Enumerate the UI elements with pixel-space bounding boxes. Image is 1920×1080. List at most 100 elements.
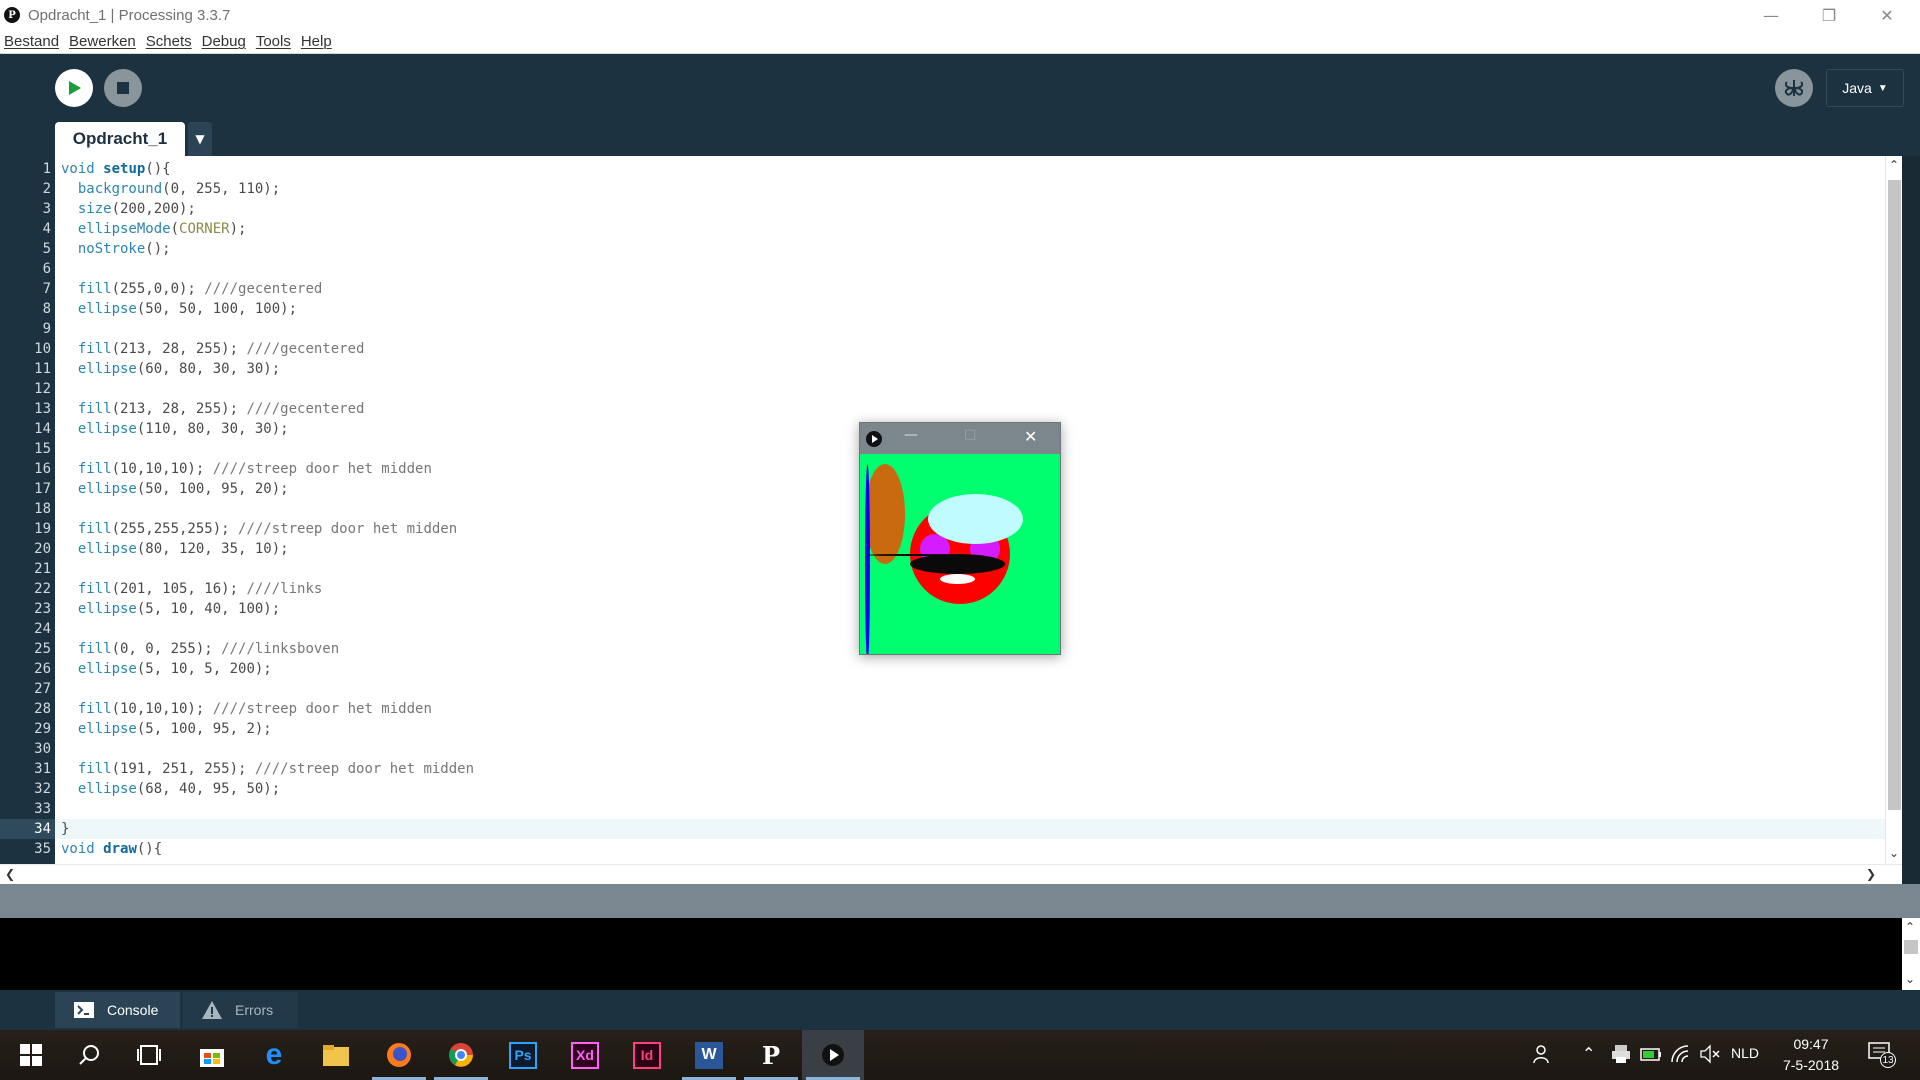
line-number: 16 xyxy=(34,461,51,477)
processing-icon[interactable]: P xyxy=(740,1030,802,1080)
menu-bewerken[interactable]: Bewerken xyxy=(69,33,136,50)
line-number: 30 xyxy=(34,741,51,757)
console-scrollbar[interactable]: ⌃ ⌄ xyxy=(1902,918,1920,990)
code-line[interactable] xyxy=(61,259,474,279)
processing-sketch-icon[interactable] xyxy=(802,1030,864,1080)
code-line[interactable] xyxy=(61,379,474,399)
windows-start-icon[interactable] xyxy=(0,1030,62,1080)
code-line[interactable] xyxy=(61,499,474,519)
close-button[interactable]: ✕ xyxy=(1858,0,1916,30)
line-number: 8 xyxy=(42,301,51,317)
language-indicator[interactable]: NLD xyxy=(1731,1045,1759,1061)
volume-muted-icon[interactable] xyxy=(1699,1044,1721,1068)
battery-icon[interactable] xyxy=(1640,1044,1662,1068)
code-line[interactable] xyxy=(61,679,474,699)
store-icon[interactable] xyxy=(181,1030,243,1080)
menu-help[interactable]: Help xyxy=(301,33,332,50)
code-line[interactable]: } xyxy=(61,819,474,839)
code-line[interactable]: void draw(){ xyxy=(61,839,474,859)
debugger-button[interactable] xyxy=(1775,69,1813,107)
menu-schets[interactable]: Schets xyxy=(146,33,192,50)
photoshop-icon[interactable]: Ps xyxy=(492,1030,554,1080)
chevron-up-icon[interactable]: ⌃ xyxy=(1582,1044,1595,1063)
menu-tools[interactable]: Tools xyxy=(256,33,291,50)
console-output[interactable] xyxy=(0,918,1902,990)
code-line[interactable]: ellipse(5, 10, 40, 100); xyxy=(61,599,474,619)
menu-bestand[interactable]: Bestand xyxy=(4,33,59,50)
code-line[interactable]: ellipse(68, 40, 95, 50); xyxy=(61,779,474,799)
clock[interactable]: 09:47 7-5-2018 xyxy=(1768,1034,1854,1076)
scrollbar-thumb[interactable] xyxy=(1888,180,1901,810)
run-button[interactable] xyxy=(55,69,93,107)
code-line[interactable]: ellipse(80, 120, 35, 10); xyxy=(61,539,474,559)
code-line[interactable]: fill(201, 105, 16); ////links xyxy=(61,579,474,599)
word-icon[interactable]: W xyxy=(678,1030,740,1080)
code-line[interactable] xyxy=(61,619,474,639)
code-line[interactable]: fill(10,10,10); ////streep door het midd… xyxy=(61,699,474,719)
sketch-canvas[interactable] xyxy=(860,454,1060,654)
line-number: 25 xyxy=(34,641,51,657)
maximize-icon[interactable]: □ xyxy=(964,427,976,442)
edge-icon[interactable]: e xyxy=(243,1030,305,1080)
line-number: 14 xyxy=(34,421,51,437)
code-line[interactable]: ellipse(60, 80, 30, 30); xyxy=(61,359,474,379)
notifications-icon[interactable]: 13 xyxy=(1868,1042,1896,1068)
minimize-icon[interactable]: — xyxy=(904,427,918,443)
sketch-window[interactable]: — □ ✕ xyxy=(859,422,1061,655)
code-line[interactable]: fill(10,10,10); ////streep door het midd… xyxy=(61,459,474,479)
close-icon[interactable]: ✕ xyxy=(1024,427,1037,446)
search-icon[interactable] xyxy=(58,1030,120,1080)
stop-button[interactable] xyxy=(104,69,142,107)
code-line[interactable]: fill(255,255,255); ////streep door het m… xyxy=(61,519,474,539)
code-line[interactable]: ellipseMode(CORNER); xyxy=(61,219,474,239)
code-line[interactable]: void setup(){ xyxy=(61,159,474,179)
scrollbar-thumb[interactable] xyxy=(1904,940,1918,954)
code-line[interactable]: ellipse(5, 100, 95, 2); xyxy=(61,719,474,739)
code-line[interactable] xyxy=(61,799,474,819)
code-line[interactable]: fill(191, 251, 255); ////streep door het… xyxy=(61,759,474,779)
menu-debug[interactable]: Debug xyxy=(202,33,246,50)
scroll-up-icon[interactable]: ⌃ xyxy=(1905,920,1915,934)
scroll-up-icon[interactable]: ⌃ xyxy=(1889,158,1899,172)
code-line[interactable]: ellipse(110, 80, 30, 30); xyxy=(61,419,474,439)
code-text[interactable]: void setup(){ background(0, 255, 110); s… xyxy=(61,159,474,859)
chrome-icon[interactable] xyxy=(430,1030,492,1080)
code-line[interactable]: ellipse(5, 10, 5, 200); xyxy=(61,659,474,679)
horizontal-scrollbar[interactable]: ❮ ❯ xyxy=(0,864,1902,884)
tab-opdracht-1[interactable]: Opdracht_1 xyxy=(55,122,185,156)
window-titlebar: P Opdracht_1 | Processing 3.3.7 — ❐ ✕ xyxy=(0,0,1920,30)
code-line[interactable]: noStroke(); xyxy=(61,239,474,259)
tab-errors[interactable]: Errors xyxy=(183,992,298,1028)
sketch-titlebar[interactable]: — □ ✕ xyxy=(860,423,1060,454)
code-line[interactable]: fill(0, 0, 255); ////linksboven xyxy=(61,639,474,659)
code-line[interactable]: ellipse(50, 50, 100, 100); xyxy=(61,299,474,319)
printer-icon[interactable] xyxy=(1611,1044,1631,1068)
code-line[interactable] xyxy=(61,319,474,339)
code-line[interactable]: background(0, 255, 110); xyxy=(61,179,474,199)
wifi-icon[interactable] xyxy=(1670,1044,1690,1068)
indesign-icon[interactable]: Id xyxy=(616,1030,678,1080)
tab-console[interactable]: Console xyxy=(55,992,180,1028)
mode-selector[interactable]: Java ▼ xyxy=(1826,69,1904,107)
firefox-icon[interactable] xyxy=(368,1030,430,1080)
minimize-button[interactable]: — xyxy=(1742,0,1800,30)
scroll-left-icon[interactable]: ❮ xyxy=(5,867,15,881)
code-line[interactable]: ellipse(50, 100, 95, 20); xyxy=(61,479,474,499)
scroll-right-icon[interactable]: ❯ xyxy=(1866,867,1876,881)
people-icon[interactable] xyxy=(1533,1044,1553,1068)
code-line[interactable]: fill(213, 28, 255); ////gecentered xyxy=(61,339,474,359)
code-line[interactable] xyxy=(61,559,474,579)
code-line[interactable] xyxy=(61,439,474,459)
code-line[interactable]: size(200,200); xyxy=(61,199,474,219)
scroll-down-icon[interactable]: ⌄ xyxy=(1905,972,1915,986)
vertical-scrollbar[interactable]: ⌃ ⌄ xyxy=(1885,156,1902,864)
code-line[interactable]: fill(255,0,0); ////gecentered xyxy=(61,279,474,299)
tab-menu-button[interactable]: ▼ xyxy=(188,122,212,156)
file-explorer-icon[interactable] xyxy=(305,1030,367,1080)
code-line[interactable]: fill(213, 28, 255); ////gecentered xyxy=(61,399,474,419)
code-line[interactable] xyxy=(61,739,474,759)
adobe-xd-icon[interactable]: Xd xyxy=(554,1030,616,1080)
scroll-down-icon[interactable]: ⌄ xyxy=(1889,846,1899,860)
restore-button[interactable]: ❐ xyxy=(1800,0,1858,30)
task-view-icon[interactable] xyxy=(118,1030,180,1080)
